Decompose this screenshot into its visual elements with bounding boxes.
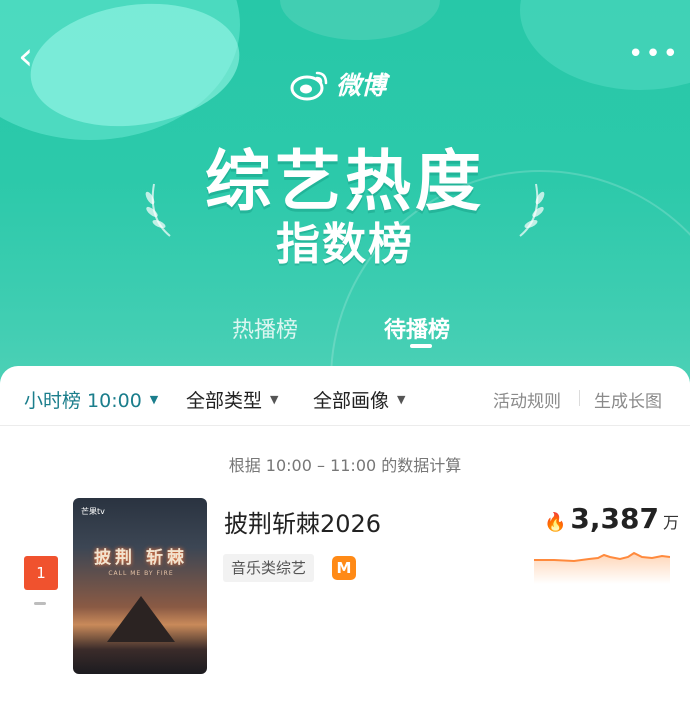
flame-icon: 🔥 (544, 512, 567, 533)
show-title[interactable]: 披荆斩棘2026 (224, 504, 381, 539)
poster-logo: 披荆 斩棘 (94, 548, 188, 568)
chevron-left-icon[interactable]: ‹ (18, 36, 58, 76)
caret-down-icon: ▼ (270, 393, 279, 406)
tab-indicator (410, 344, 432, 348)
heat-trend-sparkline (534, 551, 670, 584)
poster-brand: 芒果tv (81, 507, 105, 516)
filter-type[interactable]: 全部类型 ▼ (186, 386, 278, 413)
ranking-panel: 小时榜 10:00 ▼ 全部类型 ▼ 全部画像 ▼ 活动规则 生成长图 根据 1… (0, 366, 690, 707)
generate-long-image-link[interactable]: 生成长图 (594, 387, 662, 412)
caret-down-icon: ▼ (397, 393, 406, 406)
ranking-tabs: 热播榜 待播榜 (0, 312, 690, 362)
more-dots-icon[interactable]: ••• (628, 41, 678, 67)
calc-note: 根据 10:00 – 11:00 的数据计算 (228, 456, 462, 475)
rank-unchanged-icon (34, 602, 46, 605)
heat-unit: 万 (663, 513, 680, 532)
weibo-logo-icon (290, 71, 328, 101)
mango-tv-icon: M (332, 556, 356, 580)
poster-tagline: CALL ME BY FIRE (108, 570, 174, 577)
brand-name: 微博 (336, 71, 387, 100)
hero-banner: ‹ ••• 微博 综艺热度 指数榜 热播榜 待播榜 (0, 0, 690, 400)
filter-label: 全部类型 (186, 390, 263, 412)
filter-profile[interactable]: 全部画像 ▼ (313, 386, 405, 413)
heat-value: 3,387 (570, 502, 659, 535)
divider (579, 390, 580, 406)
page-subtitle: 指数榜 (276, 219, 414, 270)
tab-hot-playing[interactable]: 热播榜 (232, 312, 298, 344)
tab-upcoming[interactable]: 待播榜 (384, 312, 450, 344)
activity-rules-link[interactable]: 活动规则 (493, 387, 561, 412)
heat-index: 🔥 3,387 万 (544, 502, 679, 538)
decor-shape (280, 0, 440, 40)
filter-bar: 小时榜 10:00 ▼ 全部类型 ▼ 全部画像 ▼ 活动规则 生成长图 (0, 366, 690, 426)
genre-tag: 音乐类综艺 (223, 554, 315, 582)
show-poster[interactable]: 芒果tv 披荆 斩棘 CALL ME BY FIRE (73, 498, 207, 674)
filter-hourly[interactable]: 小时榜 10:00 ▼ (24, 386, 158, 413)
caret-down-icon: ▼ (149, 393, 159, 406)
filter-label: 小时榜 10:00 (24, 390, 142, 412)
poster-art (107, 596, 175, 642)
rank-badge: 1 (24, 556, 58, 590)
brand: 微博 (290, 64, 386, 104)
filter-label: 全部画像 (313, 390, 390, 412)
